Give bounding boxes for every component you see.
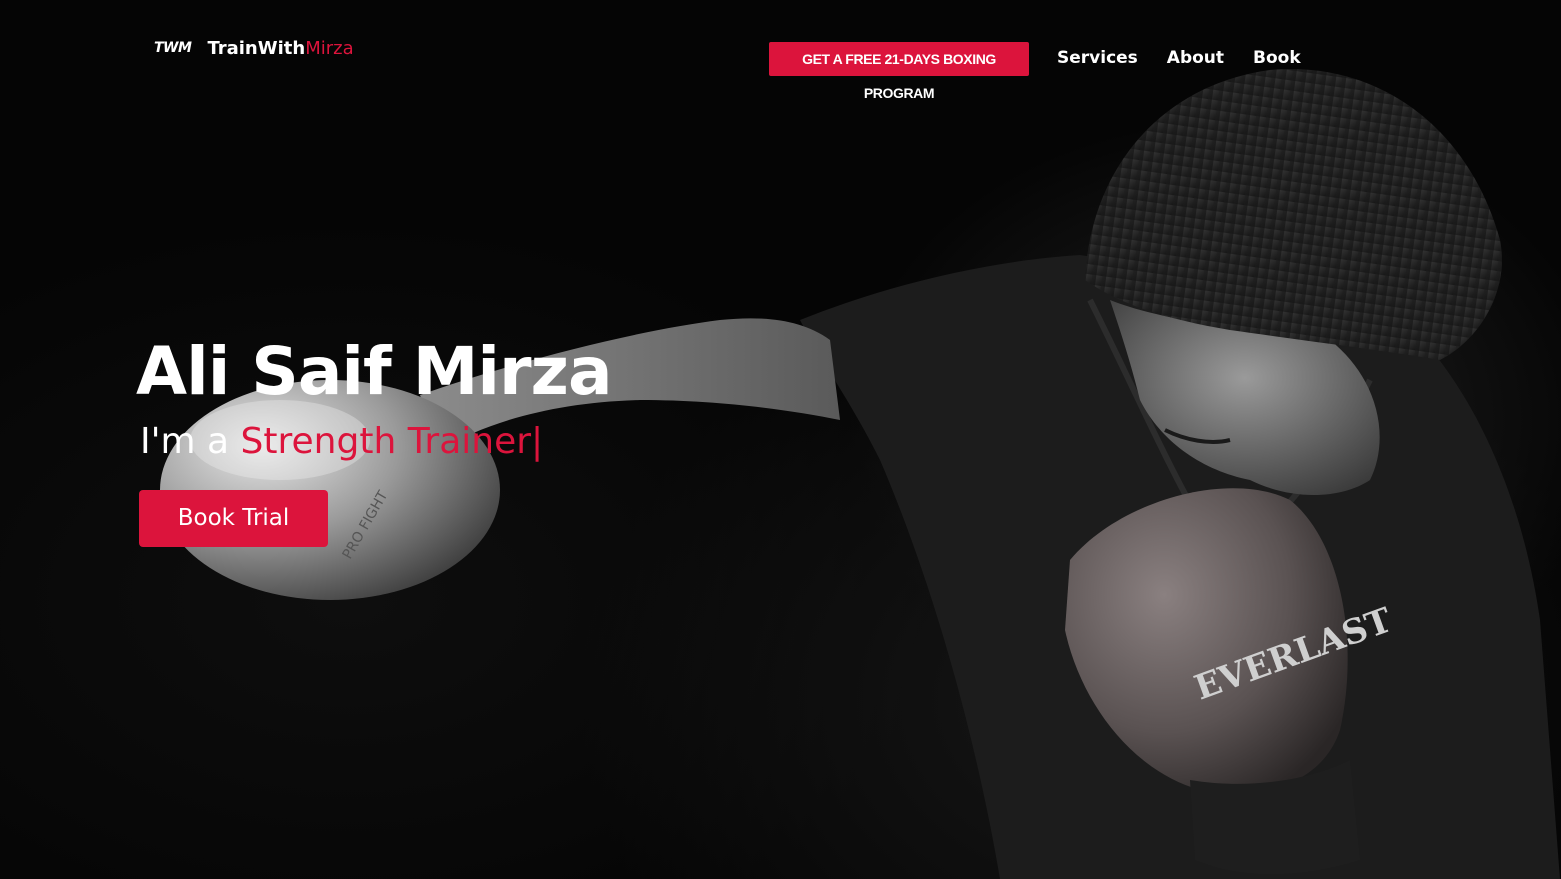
hero-subtitle: I'm a Strength Trainer| [140, 418, 543, 466]
nav-link-about[interactable]: About [1167, 45, 1224, 71]
book-trial-button[interactable]: Book Trial [139, 490, 328, 547]
brand-name-accent: Mirza [305, 38, 354, 59]
nav-link-services[interactable]: Services [1057, 45, 1138, 71]
subtitle-prefix: I'm a [140, 421, 230, 462]
hero-section: PRO FIGHT EVERLAST TWM TrainWithMirza GE… [0, 0, 1561, 879]
twm-logo-icon: TWM [154, 39, 192, 56]
typing-cursor: | [531, 421, 544, 462]
logo[interactable]: TWM TrainWithMirza [154, 38, 354, 59]
free-program-button[interactable]: GET A FREE 21-DAYS BOXING PROGRAM [769, 42, 1029, 101]
subtitle-role: Strength Trainer [240, 421, 532, 462]
hero-title: Ali Saif Mirza [136, 333, 612, 410]
nav-link-book[interactable]: Book [1253, 45, 1301, 71]
brand-name-primary: TrainWith [207, 38, 306, 59]
main-nav: Services About Book [1057, 45, 1301, 71]
brand-name: TrainWithMirza [207, 38, 353, 59]
